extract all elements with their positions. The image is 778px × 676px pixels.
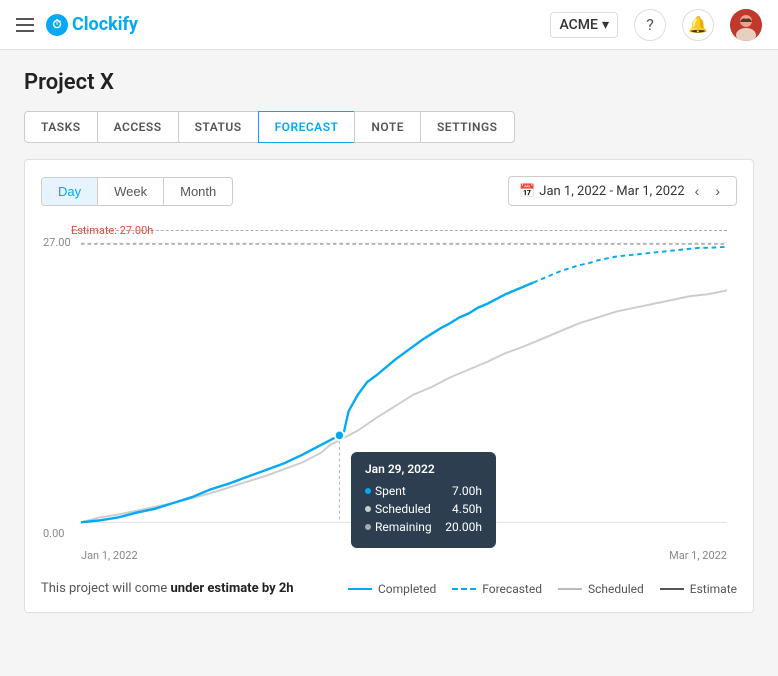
tabs: TASKS ACCESS STATUS FORECAST NOTE SETTIN…	[24, 111, 754, 143]
tooltip-remaining-label: Remaining	[365, 520, 432, 534]
legend-forecasted-label: Forecasted	[482, 582, 542, 596]
chart-area: Estimate: 27.00h 27.00 0.00	[41, 222, 737, 562]
view-month-button[interactable]: Month	[164, 178, 232, 205]
tooltip-spent-label: Spent	[365, 484, 406, 498]
legend: Completed Forecasted Scheduled Estimate	[348, 582, 737, 596]
legend-scheduled-label: Scheduled	[588, 582, 644, 596]
page-title: Project X	[24, 70, 754, 95]
footer-prefix: This project will come	[41, 581, 167, 596]
tooltip-remaining-dot	[365, 524, 371, 530]
y-axis-min: 0.00	[43, 527, 64, 540]
chart-controls: Day Week Month 📅 Jan 1, 2022 - Mar 1, 20…	[41, 176, 737, 206]
tooltip-spent-row: Spent 7.00h	[365, 484, 482, 498]
tooltip-date: Jan 29, 2022	[365, 462, 482, 476]
tooltip-scheduled-value: 4.50h	[452, 502, 482, 516]
legend-estimate-line	[660, 588, 684, 590]
tab-forecast[interactable]: FORECAST	[258, 111, 355, 143]
header-right: ACME ▾ ? 🔔	[550, 9, 762, 41]
tooltip-spent-value: 7.00h	[452, 484, 482, 498]
legend-completed: Completed	[348, 582, 436, 596]
estimate-line	[71, 230, 727, 231]
legend-scheduled-line	[558, 588, 582, 590]
hamburger-menu[interactable]	[16, 18, 34, 32]
tooltip-scheduled-label: Scheduled	[365, 502, 431, 516]
avatar[interactable]	[730, 9, 762, 41]
header: Clockify ACME ▾ ? 🔔	[0, 0, 778, 50]
legend-forecasted: Forecasted	[452, 582, 542, 596]
footer-row: This project will come under estimate by…	[41, 570, 737, 596]
logo: Clockify	[46, 14, 138, 36]
tooltip-spent-dot	[365, 488, 371, 494]
legend-estimate-label: Estimate	[690, 582, 737, 596]
view-day-button[interactable]: Day	[42, 178, 98, 205]
legend-completed-label: Completed	[378, 582, 436, 596]
legend-scheduled: Scheduled	[558, 582, 644, 596]
tooltip-remaining-value: 20.00h	[445, 520, 482, 534]
legend-forecasted-line	[452, 588, 476, 590]
header-left: Clockify	[16, 14, 138, 36]
footer-note: This project will come under estimate by…	[41, 581, 294, 596]
tooltip-remaining-row: Remaining 20.00h	[365, 520, 482, 534]
calendar-icon: 📅	[519, 184, 535, 199]
date-navigation: 📅 Jan 1, 2022 - Mar 1, 2022 ‹ ›	[508, 176, 737, 206]
help-button[interactable]: ?	[634, 9, 666, 41]
logo-icon	[46, 14, 68, 36]
prev-period-button[interactable]: ‹	[689, 181, 706, 201]
company-name: ACME	[559, 17, 597, 33]
footer-highlight: under estimate by 2h	[171, 581, 294, 596]
tooltip-scheduled-dot	[365, 506, 371, 512]
company-selector[interactable]: ACME ▾	[550, 12, 618, 38]
legend-completed-line	[348, 588, 372, 590]
chevron-down-icon: ▾	[602, 17, 609, 33]
tooltip-scheduled-row: Scheduled 4.50h	[365, 502, 482, 516]
x-axis-start: Jan 1, 2022	[81, 549, 138, 562]
tab-tasks[interactable]: TASKS	[24, 111, 97, 143]
page-content: Project X TASKS ACCESS STATUS FORECAST N…	[0, 50, 778, 676]
chart-card: Day Week Month 📅 Jan 1, 2022 - Mar 1, 20…	[24, 159, 754, 613]
view-week-button[interactable]: Week	[98, 178, 164, 205]
legend-estimate: Estimate	[660, 582, 737, 596]
logo-text: Clockify	[72, 14, 138, 35]
tab-status[interactable]: STATUS	[178, 111, 258, 143]
y-axis-max: 27.00	[43, 236, 71, 249]
view-toggle: Day Week Month	[41, 177, 233, 206]
tooltip: Jan 29, 2022 Spent 7.00h Scheduled 4.50h	[351, 452, 496, 548]
next-period-button[interactable]: ›	[709, 181, 726, 201]
tab-note[interactable]: NOTE	[354, 111, 420, 143]
date-range: Jan 1, 2022 - Mar 1, 2022	[539, 184, 684, 199]
notifications-button[interactable]: 🔔	[682, 9, 714, 41]
estimate-label: Estimate: 27.00h	[71, 224, 153, 237]
tab-settings[interactable]: SETTINGS	[420, 111, 515, 143]
tab-access[interactable]: ACCESS	[97, 111, 178, 143]
x-axis-end: Mar 1, 2022	[669, 549, 727, 562]
